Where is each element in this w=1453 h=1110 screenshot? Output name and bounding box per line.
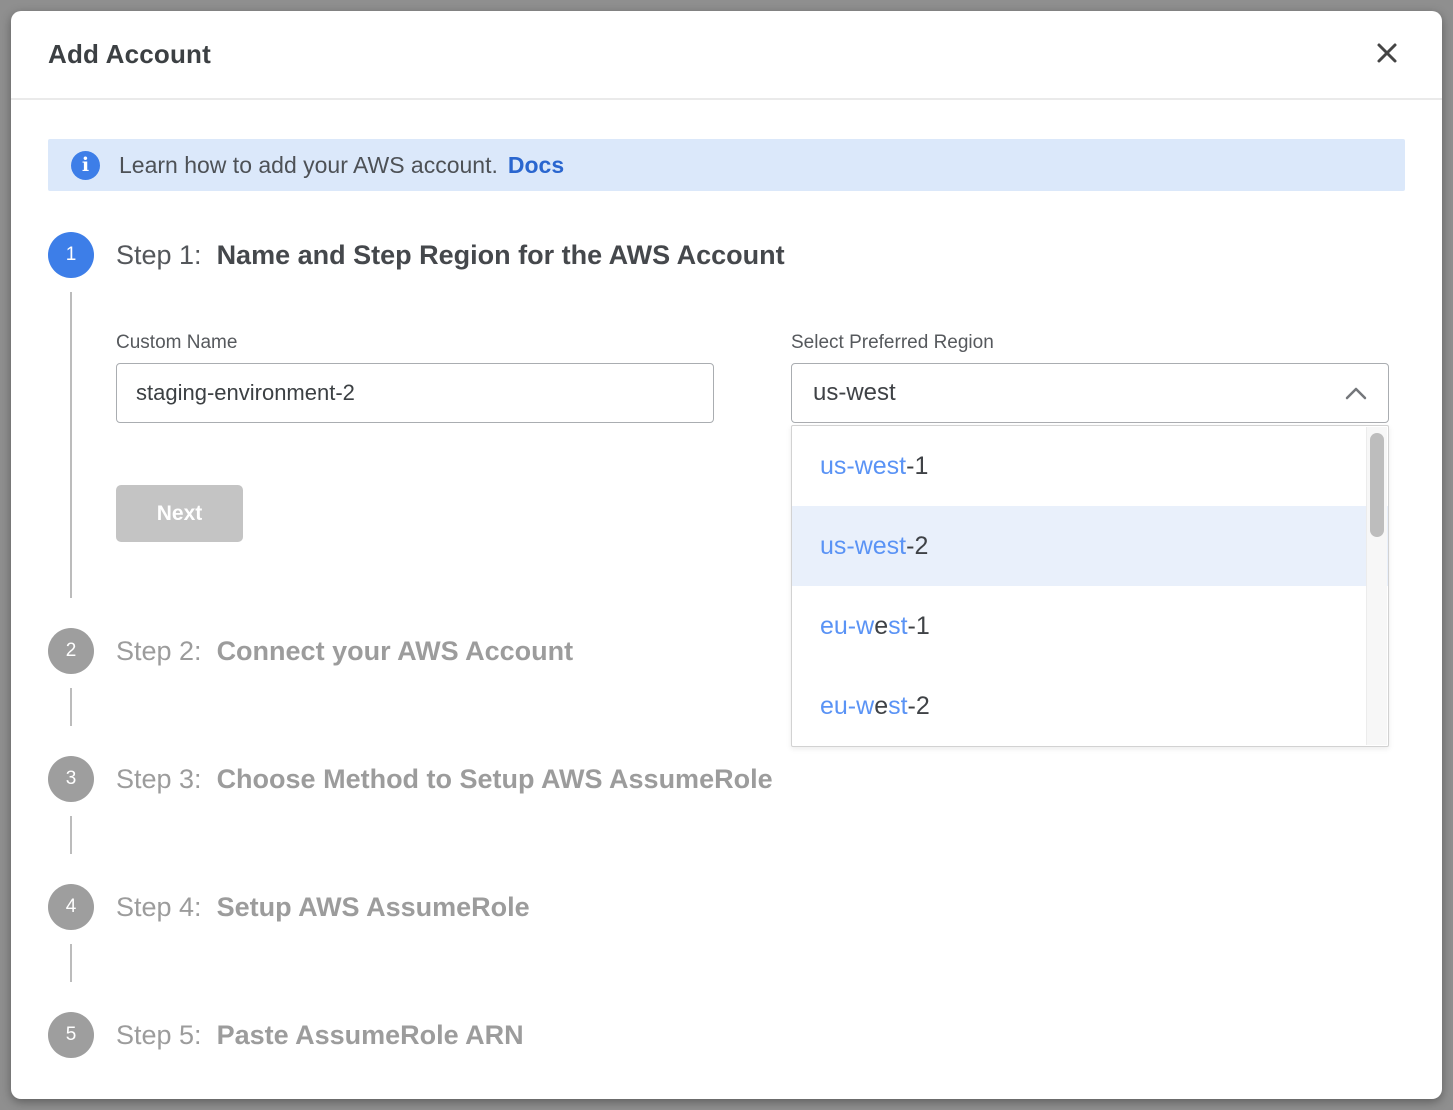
step-1-heading: Step 1: Name and Step Region for the AWS… xyxy=(116,232,1405,278)
next-button[interactable]: Next xyxy=(116,485,243,542)
region-label: Select Preferred Region xyxy=(791,332,1389,354)
custom-name-input[interactable] xyxy=(116,363,714,423)
option-text: -1 xyxy=(908,612,930,641)
step-connector xyxy=(70,816,72,854)
step-row-5: 5 Step 5: Paste AssumeRole ARN xyxy=(48,1012,1405,1099)
add-account-dialog: Add Account i Learn how to add your AWS … xyxy=(11,11,1442,1099)
option-text: eu-w xyxy=(820,612,874,641)
option-text: e xyxy=(874,612,888,641)
option-text: -1 xyxy=(906,452,928,481)
custom-name-label: Custom Name xyxy=(116,332,714,354)
step-indicator-5: 5 xyxy=(48,1012,94,1058)
info-banner: i Learn how to add your AWS account. Doc… xyxy=(48,139,1405,191)
step-rail-4: 4 xyxy=(48,884,94,1012)
step-2-prefix: Step 2: xyxy=(116,628,202,674)
step-connector xyxy=(70,944,72,982)
step-rail-3: 3 xyxy=(48,756,94,884)
step-2-title: Connect your AWS Account xyxy=(217,628,574,674)
step-rail-1: 1 xyxy=(48,232,94,628)
step-connector xyxy=(70,292,72,598)
step-indicator-4: 4 xyxy=(48,884,94,930)
dialog-header: Add Account xyxy=(11,11,1442,100)
region-option-eu-west-2[interactable]: eu-west-2 xyxy=(792,666,1388,746)
region-option-us-west-1[interactable]: us-west-1 xyxy=(792,426,1388,506)
step-rail-5: 5 xyxy=(48,1012,94,1099)
dialog-body: i Learn how to add your AWS account. Doc… xyxy=(11,100,1442,1099)
step-rail-2: 2 xyxy=(48,628,94,756)
dialog-title: Add Account xyxy=(48,39,211,70)
step-4-prefix: Step 4: xyxy=(116,884,202,930)
step-3-heading: Step 3: Choose Method to Setup AWS Assum… xyxy=(116,756,1405,802)
step-5-title: Paste AssumeRole ARN xyxy=(217,1012,524,1058)
step-row-3: 3 Step 3: Choose Method to Setup AWS Ass… xyxy=(48,756,1405,884)
step-5-heading: Step 5: Paste AssumeRole ARN xyxy=(116,1012,1405,1058)
close-button[interactable] xyxy=(1369,37,1405,73)
option-text: e xyxy=(874,692,888,721)
option-text: us-west xyxy=(820,532,906,561)
option-text: eu-w xyxy=(820,692,874,721)
option-text: st xyxy=(888,692,907,721)
step-3-prefix: Step 3: xyxy=(116,756,202,802)
custom-name-column: Custom Name Next xyxy=(116,332,714,542)
step-indicator-3: 3 xyxy=(48,756,94,802)
region-listbox: us-west-1 us-west-2 eu-west-1 eu-west-2 xyxy=(791,425,1389,747)
info-banner-text: Learn how to add your AWS account. xyxy=(119,152,498,179)
option-text: st xyxy=(888,612,907,641)
step-indicator-1: 1 xyxy=(48,232,94,278)
region-filter-input[interactable] xyxy=(813,379,1345,407)
option-text: -2 xyxy=(908,692,930,721)
step-1-prefix: Step 1: xyxy=(116,232,202,278)
step-row-4: 4 Step 4: Setup AWS AssumeRole xyxy=(48,884,1405,1012)
option-text: -2 xyxy=(906,532,928,561)
step-5-prefix: Step 5: xyxy=(116,1012,202,1058)
step-indicator-2: 2 xyxy=(48,628,94,674)
region-option-eu-west-1[interactable]: eu-west-1 xyxy=(792,586,1388,666)
listbox-scrollbar[interactable] xyxy=(1366,427,1387,745)
region-option-us-west-2[interactable]: us-west-2 xyxy=(792,506,1388,586)
region-column: Select Preferred Region xyxy=(791,332,1389,542)
step-4-heading: Step 4: Setup AWS AssumeRole xyxy=(116,884,1405,930)
chevron-up-icon xyxy=(1345,387,1367,400)
option-text: us-west xyxy=(820,452,906,481)
info-icon: i xyxy=(71,151,100,180)
close-icon xyxy=(1375,41,1399,68)
step-connector xyxy=(70,688,72,726)
region-combobox[interactable] xyxy=(791,363,1389,423)
step-1-form: Custom Name Next Select Preferred Region xyxy=(116,332,1405,628)
step-1-title: Name and Step Region for the AWS Account xyxy=(217,232,785,278)
step-3-title: Choose Method to Setup AWS AssumeRole xyxy=(217,756,773,802)
step-row-1: 1 Step 1: Name and Step Region for the A… xyxy=(48,232,1405,628)
step-4-title: Setup AWS AssumeRole xyxy=(217,884,530,930)
docs-link[interactable]: Docs xyxy=(508,152,564,179)
scrollbar-thumb[interactable] xyxy=(1370,433,1384,537)
